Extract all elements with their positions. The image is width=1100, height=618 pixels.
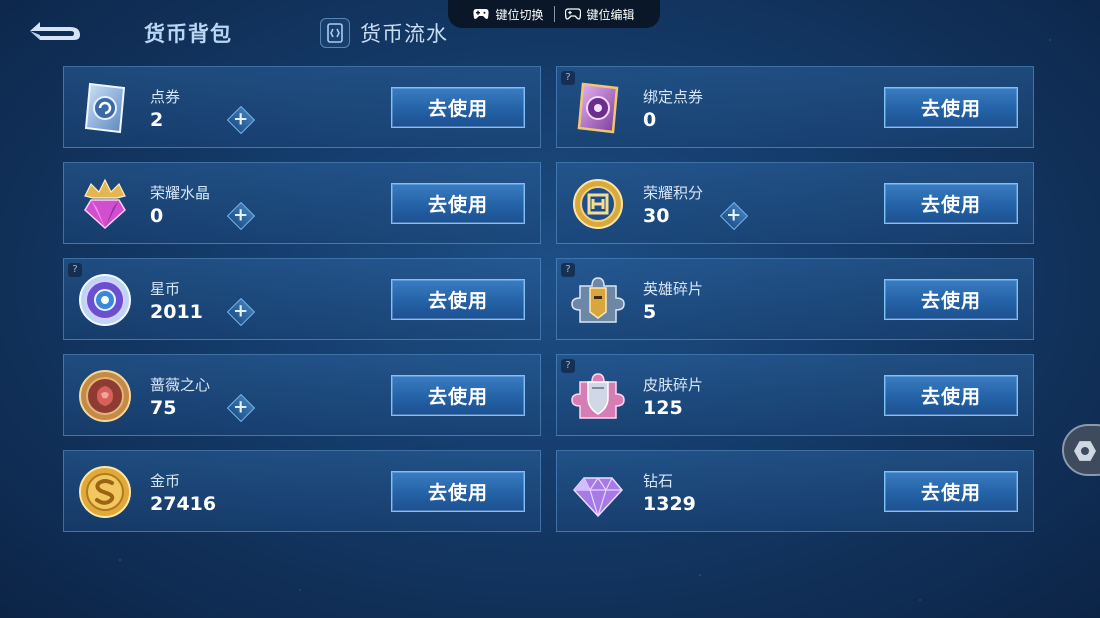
key-edit-button[interactable]: 键位编辑 (555, 6, 645, 23)
use-star-coin-button[interactable]: 去使用 (391, 279, 525, 320)
use-rose-heart-button[interactable]: 去使用 (391, 375, 525, 416)
gamepad-icon (473, 9, 490, 19)
key-switch-button[interactable]: 键位切换 (463, 6, 553, 23)
use-ticket-button[interactable]: 去使用 (391, 87, 525, 128)
currency-amount: 1329 (643, 493, 696, 515)
currency-name: 点券 (150, 88, 181, 106)
tab-currency-bag[interactable]: 货币背包 (144, 18, 232, 48)
currency-card-hero-shard: ? 英雄碎片 5 去使用 (556, 258, 1034, 340)
currency-name: 荣耀积分 (643, 184, 704, 202)
currency-card-gold-coin: 金币 27416 去使用 (63, 450, 541, 532)
skin-shard-icon (569, 367, 627, 425)
use-gold-coin-button[interactable]: 去使用 (391, 471, 525, 512)
add-rose-heart-button[interactable]: + (226, 393, 256, 423)
hero-shard-icon (569, 271, 627, 329)
currency-amount: 75 (150, 397, 177, 419)
use-hero-shard-button[interactable]: 去使用 (884, 279, 1018, 320)
currency-name: 金币 (150, 472, 181, 490)
currency-amount: 2011 (150, 301, 203, 323)
plus-icon: + (226, 105, 256, 135)
currency-name: 蔷薇之心 (150, 376, 211, 394)
currency-amount: 5 (643, 301, 657, 323)
add-honor-points-button[interactable]: + (719, 201, 749, 231)
currency-name: 钻石 (643, 472, 674, 490)
currency-amount: 2 (150, 109, 164, 131)
plus-icon: + (226, 297, 256, 327)
currency-amount: 0 (643, 109, 657, 131)
currency-card-diamond: 钻石 1329 去使用 (556, 450, 1034, 532)
rose-heart-icon (76, 367, 134, 425)
currency-name: 星币 (150, 280, 181, 298)
currency-card-star-coin: ? 星币 2011 + 去使用 (63, 258, 541, 340)
currency-amount: 30 (643, 205, 670, 227)
back-button[interactable] (26, 16, 84, 46)
currency-card-skin-shard: ? 皮肤碎片 125 去使用 (556, 354, 1034, 436)
use-diamond-button[interactable]: 去使用 (884, 471, 1018, 512)
honor-points-icon (569, 175, 627, 233)
tab-currency-flow-label: 货币流水 (360, 22, 448, 46)
add-star-coin-button[interactable]: + (226, 297, 256, 327)
currency-name: 荣耀水晶 (150, 184, 211, 202)
add-crystal-button[interactable]: + (226, 201, 256, 231)
gamepad-edit-icon (564, 8, 581, 20)
ticket-icon (76, 79, 134, 137)
currency-amount: 27416 (150, 493, 217, 515)
currency-amount: 0 (150, 205, 164, 227)
currency-name: 皮肤碎片 (643, 376, 704, 394)
use-bound-ticket-button[interactable]: 去使用 (884, 87, 1018, 128)
floating-settings-button[interactable] (1062, 424, 1100, 476)
tab-currency-flow[interactable]: 货币流水 (320, 18, 448, 48)
flow-card-icon (320, 18, 350, 48)
use-crystal-button[interactable]: 去使用 (391, 183, 525, 224)
currency-name: 绑定点券 (643, 88, 704, 106)
currency-card-crystal: 荣耀水晶 0 + 去使用 (63, 162, 541, 244)
key-switch-label: 键位切换 (495, 7, 544, 22)
add-ticket-button[interactable]: + (226, 105, 256, 135)
plus-icon: + (226, 393, 256, 423)
star-coin-icon (76, 271, 134, 329)
keymap-overlay: 键位切换 键位编辑 (448, 0, 660, 28)
currency-amount: 125 (643, 397, 683, 419)
bound-ticket-icon (569, 79, 627, 137)
currency-card-rose-heart: 蔷薇之心 75 + 去使用 (63, 354, 541, 436)
currency-card-honor-points: 荣耀积分 30 + 去使用 (556, 162, 1034, 244)
crystal-icon (76, 175, 134, 233)
diamond-icon (569, 463, 627, 521)
plus-icon: + (719, 201, 749, 231)
use-skin-shard-button[interactable]: 去使用 (884, 375, 1018, 416)
plus-icon: + (226, 201, 256, 231)
currency-name: 英雄碎片 (643, 280, 704, 298)
gold-coin-icon (76, 463, 134, 521)
key-edit-label: 键位编辑 (586, 7, 635, 22)
back-arrow-icon (30, 22, 80, 40)
currency-card-bound-ticket: ? 绑定点券 0 去使用 (556, 66, 1034, 148)
currency-card-ticket: 点券 2 + 去使用 (63, 66, 541, 148)
use-honor-points-button[interactable]: 去使用 (884, 183, 1018, 224)
